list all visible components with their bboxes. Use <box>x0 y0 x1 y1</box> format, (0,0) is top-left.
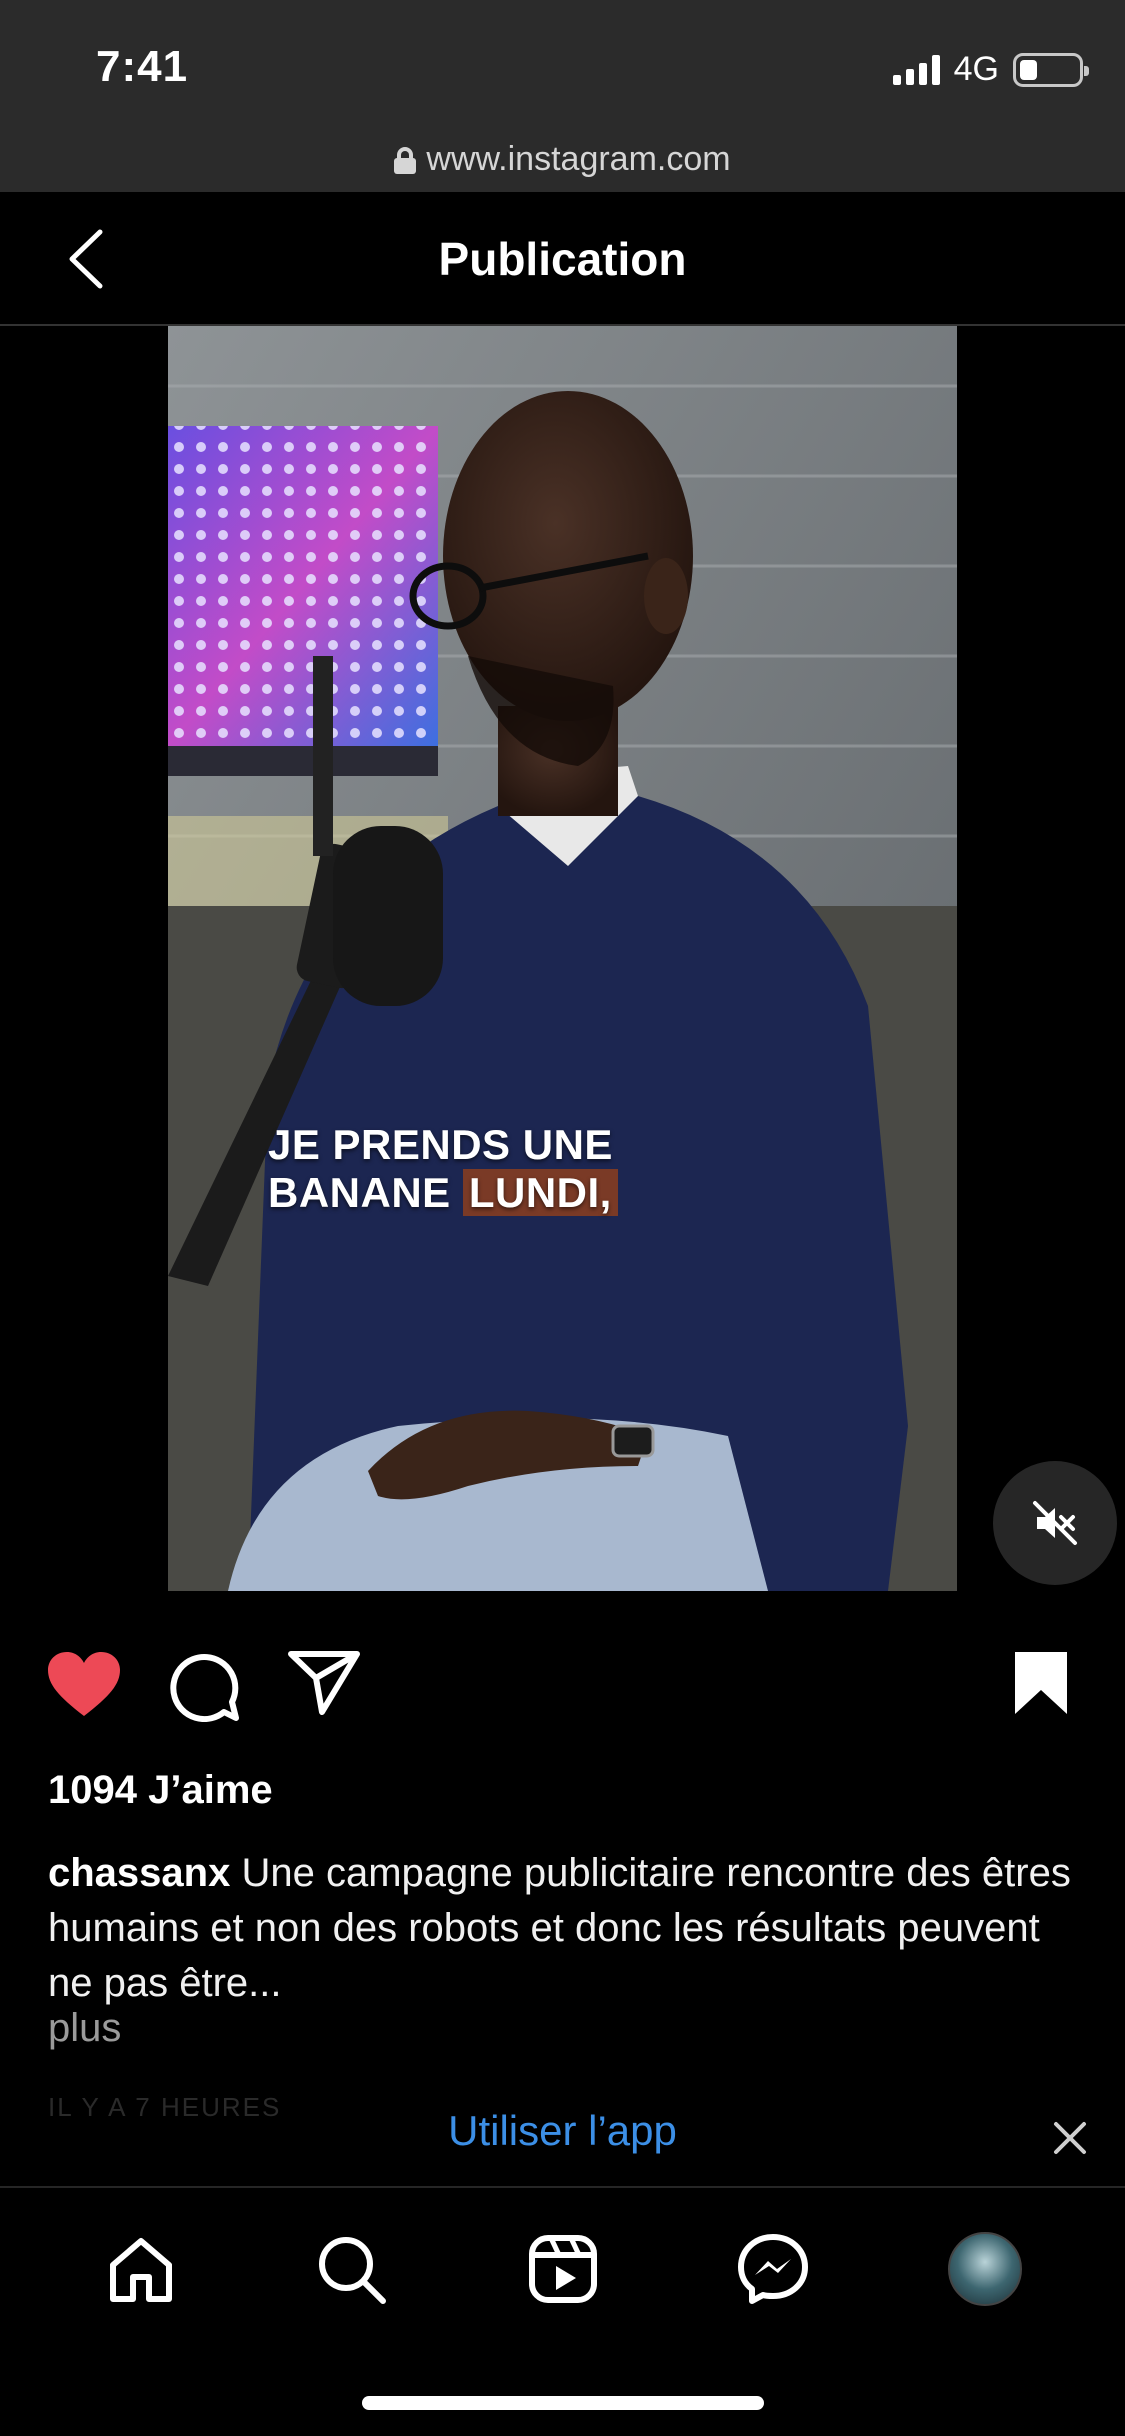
caption-word: BANANE <box>268 1169 451 1216</box>
address-bar[interactable]: www.instagram.com <box>0 140 1125 179</box>
close-icon[interactable] <box>1050 2118 1090 2158</box>
video-frame <box>168 326 957 1591</box>
like-count[interactable]: 1094 J’aime <box>48 1768 273 1813</box>
caption-line-1: JE PRENDS UNE <box>268 1121 613 1168</box>
home-indicator <box>362 2396 764 2410</box>
post-video[interactable]: JE PRENDS UNE BANANE LUNDI, <box>168 326 957 1591</box>
signal-icon <box>892 54 940 85</box>
page-title: Publication <box>438 233 687 285</box>
network-type: 4G <box>953 50 999 88</box>
speaker-muted-icon <box>1033 1501 1077 1545</box>
battery-icon <box>1013 52 1089 87</box>
video-caption: JE PRENDS UNE BANANE LUNDI, <box>268 1121 618 1217</box>
status-indicators: 4G <box>892 50 1089 89</box>
post-actions <box>0 1640 1125 1730</box>
nav-search[interactable] <box>306 2224 396 2314</box>
url-text: www.instagram.com <box>426 140 731 178</box>
send-icon[interactable] <box>288 1650 360 1716</box>
caption-line-2: BANANE LUNDI, <box>268 1169 618 1217</box>
search-icon <box>319 2237 386 2304</box>
post-caption: chassanx Une campagne publicitaire renco… <box>48 1846 1088 2011</box>
browser-chrome: 7:41 4G www.instagram.com <box>0 0 1125 192</box>
profile-avatar <box>948 2232 1022 2306</box>
status-time: 7:41 <box>96 42 189 91</box>
post-header: Publication <box>0 192 1125 326</box>
use-app-link[interactable]: Utiliser l’app <box>0 2107 1125 2155</box>
more-link[interactable]: plus <box>48 2006 121 2051</box>
bookmark-icon[interactable] <box>1013 1650 1069 1716</box>
mute-button[interactable] <box>993 1461 1117 1585</box>
messenger-icon <box>738 2234 808 2304</box>
nav-home[interactable] <box>96 2224 186 2314</box>
nav-profile[interactable] <box>940 2224 1030 2314</box>
nav-messenger[interactable] <box>728 2224 818 2314</box>
lock-icon <box>394 146 417 174</box>
caption-highlight: LUNDI, <box>462 1169 618 1216</box>
comment-icon[interactable] <box>168 1650 240 1722</box>
username-link[interactable]: chassanx <box>48 1851 230 1895</box>
reels-icon <box>529 2235 597 2303</box>
heart-icon[interactable] <box>46 1650 122 1720</box>
nav-reels[interactable] <box>518 2224 608 2314</box>
home-icon <box>110 2238 172 2302</box>
